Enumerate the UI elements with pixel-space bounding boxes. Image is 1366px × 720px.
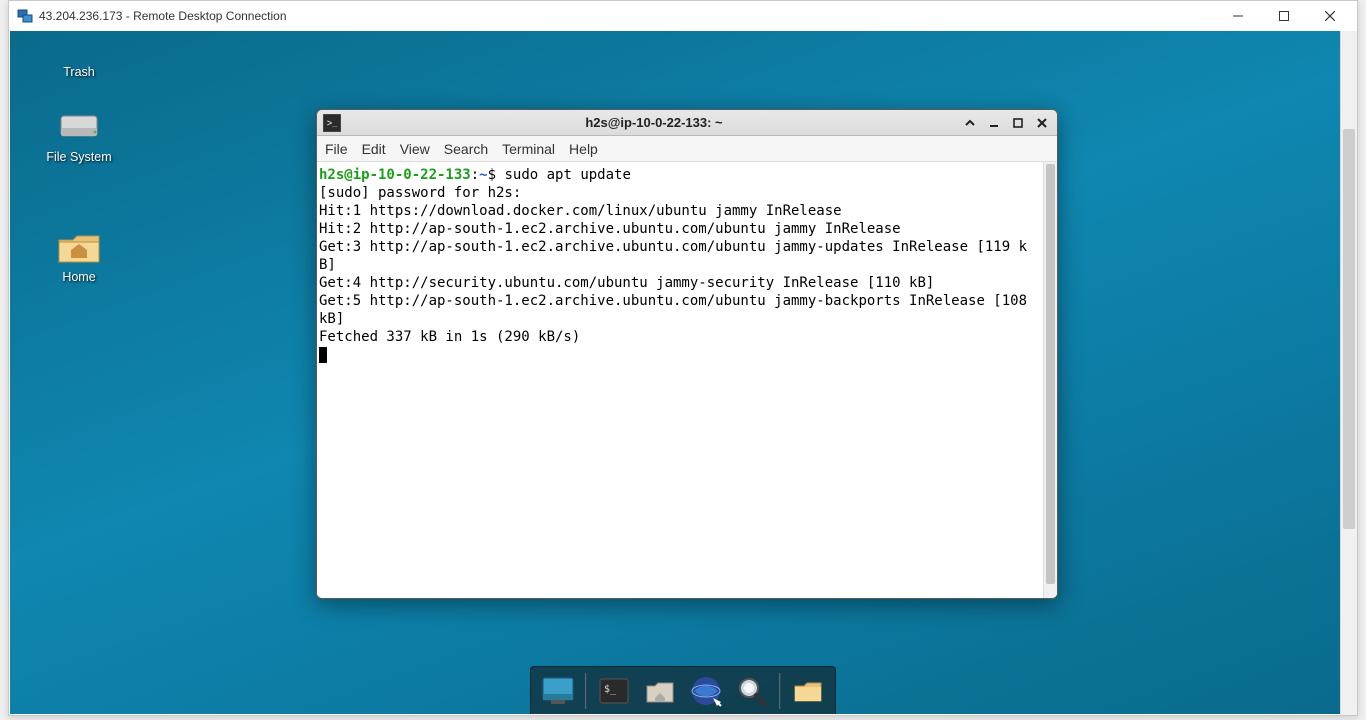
maximize-button[interactable] xyxy=(1261,1,1307,31)
trash-icon xyxy=(55,31,103,61)
rdc-app-icon xyxy=(17,8,33,24)
terminal-window[interactable]: >_ h2s@ip-10-0-22-133: ~ xyxy=(316,109,1058,599)
desktop-icon-filesystem[interactable]: File System xyxy=(34,106,124,164)
terminal-title: h2s@ip-10-0-22-133: ~ xyxy=(347,115,961,130)
folder-icon[interactable] xyxy=(787,671,829,711)
prompt-symbol: $ xyxy=(488,167,496,183)
rdc-title: 43.204.236.173 - Remote Desktop Connecti… xyxy=(39,9,1215,23)
menu-help[interactable]: Help xyxy=(569,141,598,157)
maximize-button[interactable] xyxy=(1009,114,1027,132)
drive-icon xyxy=(55,106,103,146)
terminal-menubar: File Edit View Search Terminal Help xyxy=(317,136,1057,162)
rdc-titlebar[interactable]: 43.204.236.173 - Remote Desktop Connecti… xyxy=(9,1,1357,31)
minimize-button[interactable] xyxy=(1215,1,1261,31)
terminal-titlebar[interactable]: >_ h2s@ip-10-0-22-133: ~ xyxy=(317,110,1057,136)
rdc-scrollbar-thumb[interactable] xyxy=(1343,129,1355,529)
terminal-cursor xyxy=(319,347,327,363)
terminal-line: [sudo] password for h2s: xyxy=(319,185,521,201)
minimize-button[interactable] xyxy=(985,114,1003,132)
desktop-icon-home[interactable]: Home xyxy=(34,226,124,284)
menu-view[interactable]: View xyxy=(400,141,430,157)
menu-terminal[interactable]: Terminal xyxy=(502,141,555,157)
panel-separator xyxy=(585,673,587,709)
home-folder-icon xyxy=(55,226,103,266)
close-button[interactable] xyxy=(1033,114,1051,132)
terminal-line: Get:5 http://ap-south-1.ec2.archive.ubun… xyxy=(319,293,1035,327)
prompt-command: sudo apt update xyxy=(504,167,630,183)
terminal-content[interactable]: h2s@ip-10-0-22-133:~$ sudo apt update [s… xyxy=(317,162,1043,598)
rdc-scrollbar[interactable] xyxy=(1340,31,1357,715)
terminal-line: Hit:2 http://ap-south-1.ec2.archive.ubun… xyxy=(319,221,901,237)
terminal-scrollbar[interactable] xyxy=(1043,162,1057,598)
svg-text:$_: $_ xyxy=(604,684,617,695)
xfce-panel: $_ xyxy=(530,666,836,714)
remote-desktop[interactable]: Trash File System Home >_ h2s@ip-10-0-22… xyxy=(10,31,1356,714)
terminal-line: Get:4 http://security.ubuntu.com/ubuntu … xyxy=(319,275,934,291)
desktop-icon-label: Home xyxy=(34,270,124,284)
terminal-line: Fetched 337 kB in 1s (290 kB/s) xyxy=(319,329,580,345)
file-manager-icon[interactable] xyxy=(639,671,681,711)
shade-button[interactable] xyxy=(961,114,979,132)
app-finder-icon[interactable] xyxy=(731,671,773,711)
desktop-icon-label: Trash xyxy=(34,65,124,79)
desktop-icon-label: File System xyxy=(34,150,124,164)
terminal-icon[interactable]: $_ xyxy=(593,671,635,711)
rdc-window: 43.204.236.173 - Remote Desktop Connecti… xyxy=(8,0,1358,716)
prompt-path: ~ xyxy=(479,167,487,183)
close-button[interactable] xyxy=(1307,1,1353,31)
menu-search[interactable]: Search xyxy=(444,141,488,157)
prompt-user: h2s@ip-10-0-22-133 xyxy=(319,167,471,183)
terminal-scrollbar-thumb[interactable] xyxy=(1046,164,1055,584)
show-desktop-icon[interactable] xyxy=(537,671,579,711)
terminal-line: Get:3 http://ap-south-1.ec2.archive.ubun… xyxy=(319,239,1027,273)
panel-separator xyxy=(779,673,781,709)
menu-file[interactable]: File xyxy=(325,141,348,157)
terminal-app-icon: >_ xyxy=(323,114,341,132)
desktop-icon-trash[interactable]: Trash xyxy=(34,31,124,79)
menu-edit[interactable]: Edit xyxy=(362,141,386,157)
terminal-line: Hit:1 https://download.docker.com/linux/… xyxy=(319,203,842,219)
web-browser-icon[interactable] xyxy=(685,671,727,711)
terminal-body: h2s@ip-10-0-22-133:~$ sudo apt update [s… xyxy=(317,162,1057,598)
